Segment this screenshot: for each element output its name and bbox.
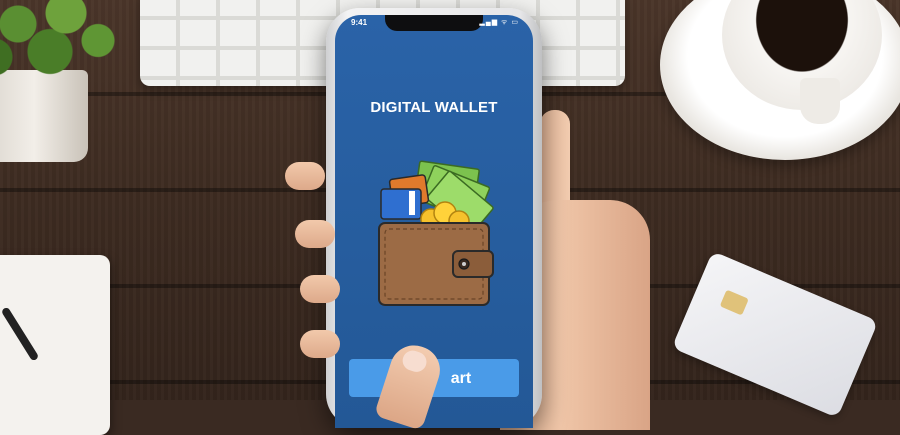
- left-finger-2: [295, 220, 335, 248]
- app-title: DIGITAL WALLET: [370, 99, 498, 116]
- left-finger-1: [285, 162, 325, 190]
- plant-leaves: [0, 0, 130, 90]
- left-finger-3: [300, 275, 340, 303]
- notebook: [0, 255, 110, 435]
- card-chip: [719, 289, 749, 316]
- coffee-cup-handle: [800, 78, 840, 124]
- status-bar-icons: ▂▄▆ ᯤ ▭: [479, 19, 519, 26]
- phone-notch: [385, 15, 483, 31]
- status-bar-time: 9:41: [351, 18, 368, 27]
- thumbnail: [400, 348, 430, 375]
- credit-cards-icon: [380, 174, 430, 220]
- left-finger-4: [300, 330, 340, 358]
- wallet-icon: [378, 160, 494, 306]
